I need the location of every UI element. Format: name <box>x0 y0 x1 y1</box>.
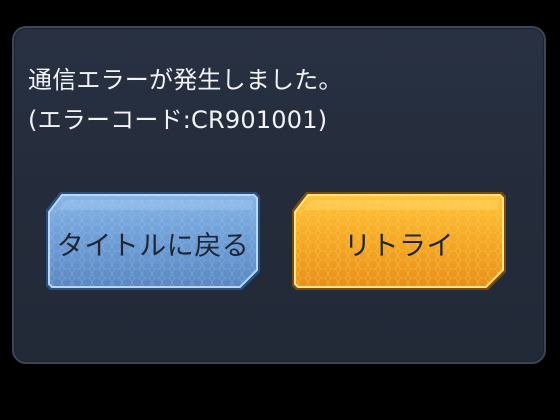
error-code-text: (エラーコード:CR901001) <box>28 106 328 134</box>
retry-button-label: リトライ <box>344 230 454 262</box>
retry-button[interactable]: リトライ <box>288 188 510 294</box>
error-message: 通信エラーが発生しました。 (エラーコード:CR901001) <box>28 60 343 140</box>
back-to-title-button-label: タイトルに戻る <box>56 230 250 262</box>
back-to-title-button[interactable]: タイトルに戻る <box>42 188 264 294</box>
error-message-text: 通信エラーが発生しました。 <box>28 66 343 94</box>
